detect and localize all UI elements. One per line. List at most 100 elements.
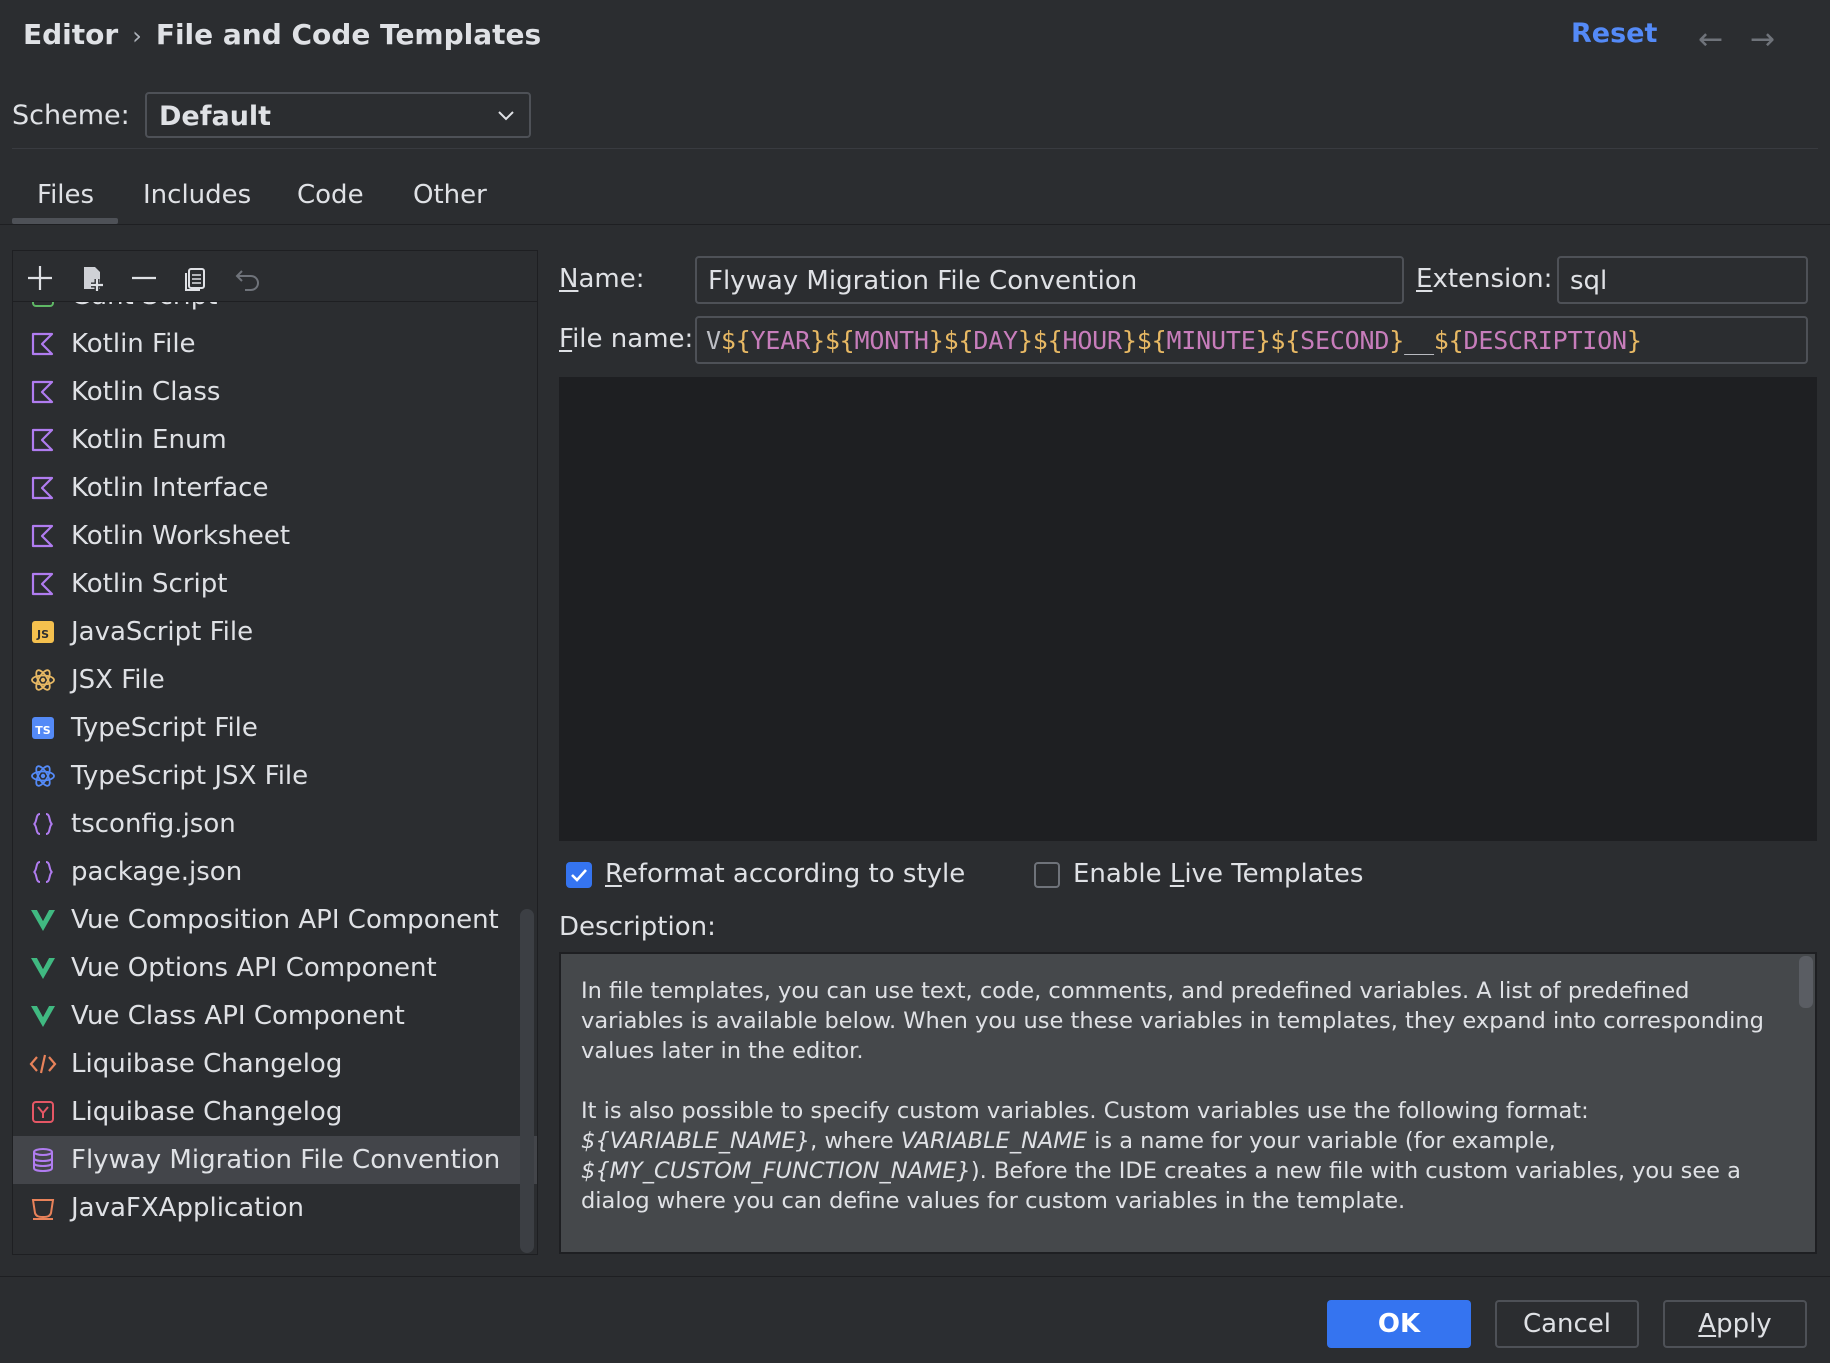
undo-icon[interactable] <box>233 263 263 293</box>
footer-divider <box>0 1276 1830 1277</box>
header-divider <box>12 148 1818 149</box>
kotlin-icon <box>29 378 57 406</box>
reformat-label[interactable]: Reformat according to style <box>605 859 965 889</box>
back-arrow-icon[interactable]: ← <box>1698 22 1723 57</box>
template-item[interactable]: Kotlin File <box>13 320 537 368</box>
template-item-label: TypeScript JSX File <box>71 761 309 791</box>
template-item[interactable]: Kotlin Class <box>13 368 537 416</box>
vue-icon <box>29 954 57 982</box>
name-input-value: Flyway Migration File Convention <box>708 266 1138 296</box>
template-item-label: Liquibase Changelog <box>71 1049 343 1079</box>
template-item-label: Kotlin Script <box>71 569 228 599</box>
template-item-label: Kotlin Worksheet <box>71 521 291 551</box>
template-item[interactable]: JS JavaScript File <box>13 608 537 656</box>
template-item[interactable]: Vue Composition API Component <box>13 896 537 944</box>
template-item[interactable]: Flyway Migration File Convention <box>13 1136 537 1184</box>
template-item[interactable]: package.json <box>13 848 537 896</box>
breadcrumb: Editor › File and Code Templates <box>23 18 541 51</box>
chevron-down-icon <box>498 111 514 121</box>
json-icon <box>29 858 57 886</box>
template-item[interactable]: tsconfig.json <box>13 800 537 848</box>
tab-other[interactable]: Other <box>413 180 487 210</box>
template-item[interactable]: Kotlin Interface <box>13 464 537 512</box>
svg-text:JS: JS <box>36 628 49 641</box>
templates-scrollbar[interactable] <box>520 909 534 1253</box>
gant-icon: G <box>29 302 57 310</box>
checkmark-icon <box>571 869 587 882</box>
tab-files[interactable]: Files <box>37 180 94 210</box>
ts-icon: TS <box>29 714 57 742</box>
database-icon <box>29 1146 57 1174</box>
live-templates-label[interactable]: Enable Live Templates <box>1073 859 1363 889</box>
kotlin-icon <box>29 570 57 598</box>
javafx-icon <box>29 1194 57 1222</box>
template-item[interactable]: JavaFXApplication <box>13 1184 537 1232</box>
template-item[interactable]: Liquibase Changelog <box>13 1040 537 1088</box>
scheme-value: Default <box>159 101 272 132</box>
reformat-checkbox[interactable] <box>566 862 592 888</box>
react-icon <box>29 762 57 790</box>
template-item[interactable]: Vue Class API Component <box>13 992 537 1040</box>
tab-includes[interactable]: Includes <box>143 180 251 210</box>
template-item[interactable]: JSX File <box>13 656 537 704</box>
template-item-label: JavaFXApplication <box>71 1193 304 1223</box>
filename-input-value: V${YEAR}${MONTH}${DAY}${HOUR}${MINUTE}${… <box>706 326 1642 355</box>
template-item-label: Kotlin Interface <box>71 473 269 503</box>
scheme-dropdown[interactable]: Default <box>145 92 531 138</box>
name-input[interactable]: Flyway Migration File Convention <box>695 256 1404 304</box>
template-item-label: package.json <box>71 857 243 887</box>
template-item-label: TypeScript File <box>71 713 258 743</box>
scheme-label: Scheme: <box>12 100 130 131</box>
template-item-label: JavaScript File <box>71 617 254 647</box>
live-templates-checkbox[interactable] <box>1034 862 1060 888</box>
ok-button[interactable]: OK <box>1327 1300 1471 1348</box>
cancel-button[interactable]: Cancel <box>1495 1300 1639 1348</box>
kotlin-icon <box>29 474 57 502</box>
description-paragraph-2: It is also possible to specify custom va… <box>581 1098 1741 1214</box>
template-item[interactable]: Vue Options API Component <box>13 944 537 992</box>
template-item[interactable]: Kotlin Script <box>13 560 537 608</box>
apply-button[interactable]: Apply <box>1663 1300 1807 1348</box>
template-item-label: Kotlin Class <box>71 377 221 407</box>
template-item-label: Kotlin File <box>71 329 196 359</box>
template-item[interactable]: TS TypeScript File <box>13 704 537 752</box>
template-item[interactable]: Kotlin Worksheet <box>13 512 537 560</box>
template-item-label: Flyway Migration File Convention <box>71 1145 501 1175</box>
extension-input[interactable]: sql <box>1557 256 1808 304</box>
tabs-divider <box>0 224 1830 225</box>
template-code-editor[interactable] <box>559 377 1817 841</box>
description-scrollbar[interactable] <box>1799 956 1813 1008</box>
page-title: File and Code Templates <box>155 18 542 51</box>
svg-text:TS: TS <box>35 724 51 737</box>
forward-arrow-icon[interactable]: → <box>1750 22 1775 57</box>
xml-icon <box>29 1050 57 1078</box>
svg-text:G: G <box>38 302 49 306</box>
template-item-label: Vue Class API Component <box>71 1001 405 1031</box>
filename-input[interactable]: V${YEAR}${MONTH}${DAY}${HOUR}${MINUTE}${… <box>695 316 1808 364</box>
extension-input-value: sql <box>1570 266 1608 296</box>
templates-list: G Gant Script Kotlin File Kotlin Class Kotli… <box>13 302 537 1254</box>
kotlin-icon <box>29 522 57 550</box>
reset-link[interactable]: Reset <box>1571 18 1657 49</box>
minus-icon[interactable] <box>129 263 159 293</box>
name-label: Name: <box>559 264 645 294</box>
extension-label: Extension: <box>1416 264 1553 294</box>
kotlin-icon <box>29 330 57 358</box>
vue-icon <box>29 1002 57 1030</box>
plus-icon[interactable] <box>25 263 55 293</box>
template-item-label: JSX File <box>71 665 165 695</box>
template-item[interactable]: TypeScript JSX File <box>13 752 537 800</box>
template-item[interactable]: Liquibase Changelog <box>13 1088 537 1136</box>
tab-code[interactable]: Code <box>297 180 364 210</box>
new-child-icon[interactable] <box>79 263 109 293</box>
vue-icon <box>29 906 57 934</box>
filename-label: File name: <box>559 324 694 354</box>
copy-icon[interactable] <box>181 263 211 293</box>
template-item[interactable]: Kotlin Enum <box>13 416 537 464</box>
react-icon <box>29 666 57 694</box>
template-item-label: Vue Options API Component <box>71 953 437 983</box>
template-item[interactable]: G Gant Script <box>13 302 537 320</box>
templates-panel: G Gant Script Kotlin File Kotlin Class Kotli… <box>12 250 538 1255</box>
breadcrumb-editor[interactable]: Editor <box>23 18 118 51</box>
yaml-icon <box>29 1098 57 1126</box>
